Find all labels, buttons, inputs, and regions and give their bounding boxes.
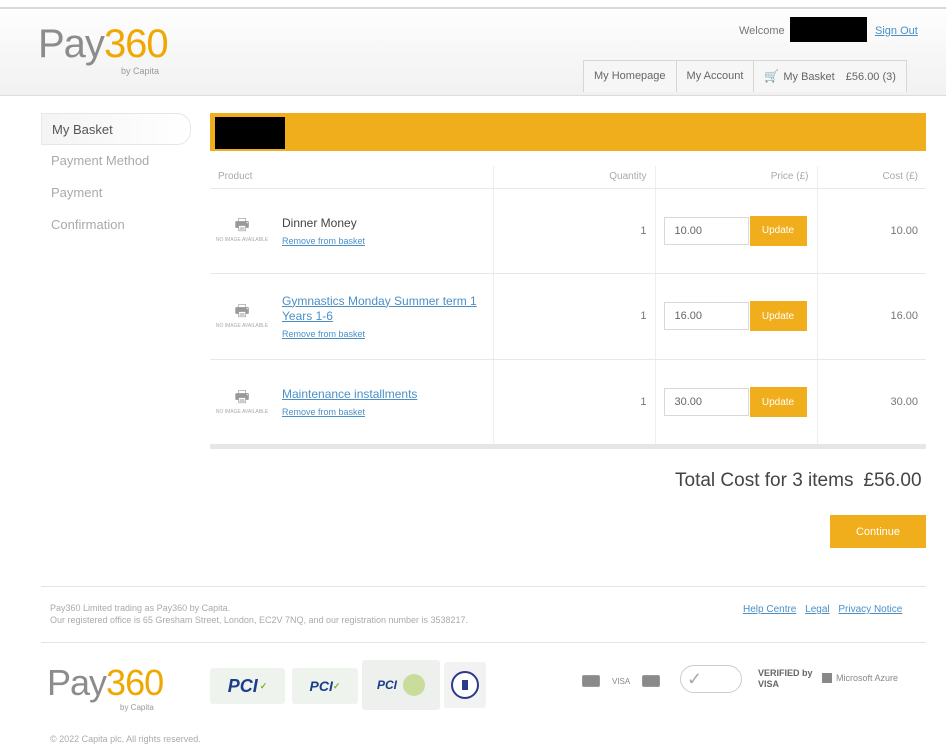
total-cost: Total Cost for 3 items £56.00 [675,470,922,492]
verified-by-visa-label: VERIFIED by VISA [758,668,813,689]
step-payment[interactable]: Payment [41,177,191,209]
image-placeholder-icon: 🖶 [234,388,250,406]
total-label: Total Cost for 3 items [675,470,854,491]
quantity-value: 1 [492,359,655,446]
image-placeholder-icon: 🖶 [234,217,250,234]
cost-value: 30.00 [816,359,926,446]
logo-subtitle: by Capita [121,66,160,76]
legal-link[interactable]: Legal [805,604,829,615]
cost-value: 10.00 [816,188,926,274]
logo-text-360: 360 [103,22,169,66]
card-icon [582,675,600,687]
price-cell: Update [654,273,817,360]
product-name-link[interactable]: Maintenance installments [282,387,417,402]
verified-check-icon: ✓ [680,665,742,693]
card-icon [642,675,660,687]
privacy-notice-link[interactable]: Privacy Notice [838,604,902,615]
remove-from-basket-link[interactable]: Remove from basket [282,329,484,339]
no-image-caption: NO IMAGE AVAILABLE [215,322,269,329]
product-cell: 🖶 NO IMAGE AVAILABLE Gymnastics Monday S… [210,273,493,360]
footer-pay360-logo: Pay360 [47,662,164,703]
windows-icon [822,673,832,683]
legal-text: Pay360 Limited trading as Pay360 by Capi… [50,602,468,626]
nav-my-account[interactable]: My Account [677,61,755,92]
product-cell: 🖶 NO IMAGE AVAILABLE Dinner Money Remove… [210,188,493,274]
step-my-basket[interactable]: My Basket [41,113,191,145]
pci-dss-badge: PCI ✓ [292,668,358,704]
image-placeholder-icon: 🖶 [234,302,250,320]
footer-logo-subtitle: by Capita [120,703,154,712]
nav-my-basket[interactable]: 🛒 My Basket £56.00 (3) [754,61,906,92]
footer-logo-text-360: 360 [106,662,164,703]
table-row: 🖶 NO IMAGE AVAILABLE Gymnastics Monday S… [210,273,926,360]
footer-divider [41,642,926,643]
copyright-text: © 2022 Capita plc. All rights reserved. [50,734,201,744]
table-row: 🖶 NO IMAGE AVAILABLE Maintenance install… [210,359,926,446]
help-centre-link[interactable]: Help Centre [743,604,796,615]
table-header-row: Product Quantity Price (£) Cost (£) [210,166,926,189]
quantity-value: 1 [492,273,655,360]
update-button[interactable]: Update [749,387,807,417]
redacted-username [790,17,867,42]
redacted-banner-text [215,117,285,149]
step-payment-method[interactable]: Payment Method [41,145,191,177]
security-seal-badge [444,662,486,708]
nav-basket-label: My Basket [783,71,835,83]
sign-out-link[interactable]: Sign Out [875,25,918,37]
footer-logo-text-pay: Pay [47,662,107,703]
nav-my-homepage[interactable]: My Homepage [584,61,677,92]
legal-line-2: Our registered office is 65 Gresham Stre… [50,615,469,625]
header-top-line [0,7,946,9]
pay360-logo[interactable]: Pay360 [38,22,169,66]
visa-label: VISA [612,677,631,686]
cost-value: 16.00 [816,273,926,360]
basket-banner [210,113,926,151]
pci-security-council-badge: PCI [362,660,440,710]
site-header: Pay360 by Capita Welcome Sign Out My Hom… [0,0,946,96]
product-name: Dinner Money [282,215,357,230]
footer-divider [41,586,926,587]
logo-text-pay: Pay [38,22,105,66]
nav-basket-total: £56.00 (3) [845,71,896,83]
col-header-product: Product [210,166,493,189]
welcome-text: Welcome [739,25,785,37]
remove-from-basket-link[interactable]: Remove from basket [282,236,365,246]
step-confirmation[interactable]: Confirmation [41,209,191,241]
legal-line-1: Pay360 Limited trading as Pay360 by Capi… [50,603,231,613]
no-image-placeholder: 🖶 NO IMAGE AVAILABLE [210,302,274,329]
quantity-value: 1 [492,188,655,274]
price-cell: Update [654,359,817,446]
product-cell: 🖶 NO IMAGE AVAILABLE Maintenance install… [210,359,493,446]
no-image-caption: NO IMAGE AVAILABLE [215,237,269,243]
table-row: 🖶 NO IMAGE AVAILABLE Dinner Money Remove… [210,188,926,274]
no-image-placeholder: 🖶 NO IMAGE AVAILABLE [210,388,274,415]
update-button[interactable]: Update [749,301,807,331]
col-header-cost: Cost (£) [816,166,926,189]
footer-links: Help Centre Legal Privacy Notice [737,604,902,615]
no-image-placeholder: 🖶 NO IMAGE AVAILABLE [210,217,274,244]
price-input[interactable] [663,216,749,245]
price-input[interactable] [663,302,749,330]
table-bottom-bar [210,444,926,449]
remove-from-basket-link[interactable]: Remove from basket [282,407,417,417]
no-image-caption: NO IMAGE AVAILABLE [215,408,269,415]
price-cell: Update [654,188,817,274]
azure-label: Microsoft Azure [836,673,899,683]
price-input[interactable] [663,388,749,416]
col-header-price: Price (£) [654,166,817,189]
continue-button[interactable]: Continue [830,515,926,548]
top-navigation: My Homepage My Account 🛒 My Basket £56.00… [583,60,907,92]
col-header-quantity: Quantity [492,166,655,189]
cart-icon: 🛒 [764,69,780,83]
checkout-steps-sidebar: My Basket Payment Method Payment Confirm… [41,113,191,241]
basket-table: Product Quantity Price (£) Cost (£) 🖶 NO… [210,166,926,446]
update-button[interactable]: Update [749,215,807,246]
pci-certified-badge: PCI ✓ [210,668,285,704]
total-amount: £56.00 [863,470,922,491]
product-name-link[interactable]: Gymnastics Monday Summer term 1 Years 1-… [282,294,484,324]
